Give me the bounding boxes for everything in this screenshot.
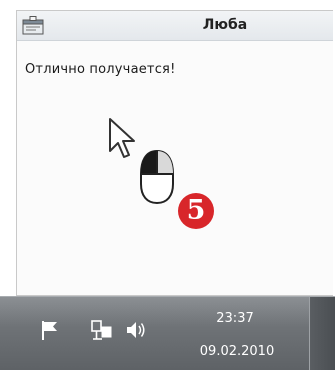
clock-date[interactable]: 09.02.2010 — [185, 344, 289, 359]
popup-message: Отлично получается! — [25, 62, 176, 77]
popup-header: Люба — [17, 11, 333, 41]
clock-time[interactable]: 23:37 — [185, 311, 285, 326]
volume-icon[interactable] — [124, 318, 148, 342]
app-window-icon — [22, 16, 44, 35]
mouse-left-click-icon — [137, 148, 177, 206]
network-icon[interactable] — [90, 318, 114, 342]
show-desktop-button[interactable] — [309, 297, 335, 370]
screen: Люба Отлично получается! 5 23:37 09.02.2… — [0, 0, 335, 370]
action-center-flag-icon[interactable] — [38, 318, 62, 342]
popup-title: Люба — [202, 17, 248, 33]
step-number-badge: 5 — [178, 193, 214, 229]
